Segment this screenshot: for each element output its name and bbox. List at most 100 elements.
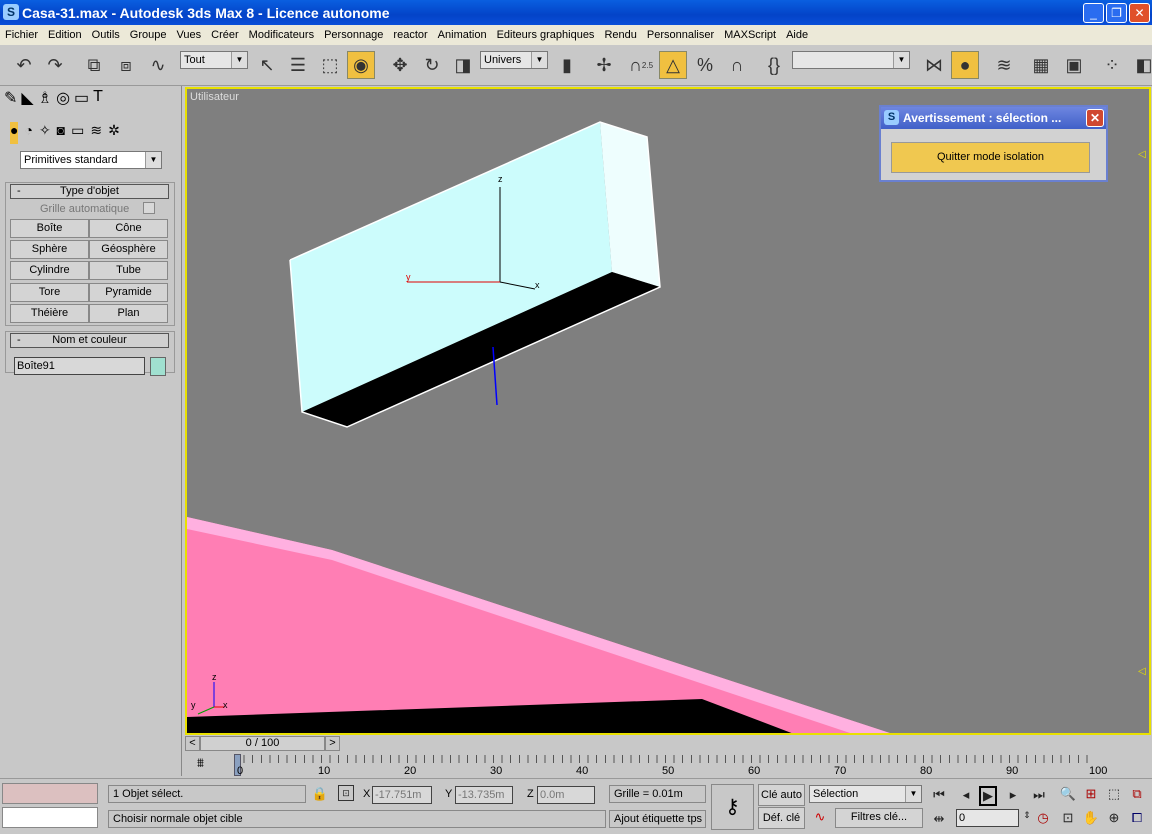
menu-personnaliser[interactable]: Personnaliser bbox=[642, 29, 719, 41]
space-warps-icon[interactable]: ≋ bbox=[90, 122, 102, 144]
object-type-header[interactable]: - Type d'objet bbox=[10, 184, 169, 199]
window-crossing-icon[interactable]: ◉ bbox=[347, 51, 375, 79]
align-icon[interactable]: ● bbox=[951, 51, 979, 79]
menu-personnage[interactable]: Personnage bbox=[319, 29, 388, 41]
shapes-icon[interactable]: ◔ bbox=[24, 122, 32, 144]
arc-rotate-icon[interactable]: ⊕ bbox=[1104, 810, 1124, 826]
menu-edition[interactable]: Edition bbox=[43, 29, 87, 41]
time-configuration-icon[interactable]: ◷ bbox=[1033, 810, 1053, 826]
zoom-extents-icon[interactable]: ⬚ bbox=[1104, 786, 1124, 802]
lock-icon[interactable]: 🔒 bbox=[310, 786, 330, 802]
menu-maxscript[interactable]: MAXScript bbox=[719, 29, 781, 41]
link-icon[interactable]: ⧉ bbox=[80, 51, 108, 79]
menu-rendu[interactable]: Rendu bbox=[599, 29, 641, 41]
region-zoom-icon[interactable]: ⊡ bbox=[1058, 810, 1078, 826]
menu-modificateurs[interactable]: Modificateurs bbox=[244, 29, 319, 41]
key-selection-dropdown[interactable]: Sélection ▼ bbox=[809, 785, 922, 803]
named-selection-dropdown[interactable]: ▼ bbox=[792, 51, 910, 69]
exit-isolation-button[interactable]: Quitter mode isolation bbox=[891, 142, 1090, 173]
percent-snap-icon[interactable]: % bbox=[691, 51, 719, 79]
plane-button[interactable]: Plan bbox=[89, 304, 168, 323]
mirror-icon[interactable]: ⋈ bbox=[920, 51, 948, 79]
auto-grid-checkbox[interactable] bbox=[143, 202, 155, 214]
undo-icon[interactable]: ↶ bbox=[10, 51, 38, 79]
x-coord-input[interactable]: -17.751m bbox=[372, 786, 432, 804]
angle-snap-icon[interactable]: △ bbox=[659, 51, 687, 79]
menu-aide[interactable]: Aide bbox=[781, 29, 813, 41]
rectangular-selection-icon[interactable]: ⬚ bbox=[316, 51, 344, 79]
material-editor-icon[interactable]: ⁘ bbox=[1098, 51, 1126, 79]
object-color-swatch[interactable] bbox=[150, 357, 166, 376]
zoom-all-icon[interactable]: ⊞ bbox=[1081, 786, 1101, 802]
time-slider[interactable]: < 0 / 100 > bbox=[185, 735, 340, 752]
minimize-button[interactable]: _ bbox=[1083, 3, 1104, 23]
next-frame-icon[interactable]: ▸ bbox=[1003, 787, 1023, 803]
teapot-button[interactable]: Théière bbox=[10, 304, 89, 323]
pan-hand-icon[interactable]: ✋ bbox=[1081, 810, 1101, 826]
current-frame-input[interactable]: 0 bbox=[956, 809, 1019, 827]
systems-icon[interactable]: ✲ bbox=[108, 122, 120, 144]
auto-key-button[interactable]: Clé auto bbox=[758, 784, 805, 806]
maxscript-listener-white[interactable] bbox=[2, 807, 98, 828]
add-time-tag-button[interactable]: Ajout étiquette tps bbox=[609, 810, 706, 828]
tab-hierarchy-icon[interactable]: ♗ bbox=[38, 88, 52, 114]
selection-filter-dropdown[interactable]: Tout ▼ bbox=[180, 51, 248, 69]
tab-create-icon[interactable]: ✎ bbox=[4, 88, 17, 114]
menu-fichier[interactable]: Fichier bbox=[0, 29, 43, 41]
close-button[interactable]: ✕ bbox=[1129, 3, 1150, 23]
geosphere-button[interactable]: Géosphère bbox=[89, 240, 168, 259]
layer-manager-icon[interactable]: ≋ bbox=[990, 51, 1018, 79]
rotate-icon[interactable]: ↻ bbox=[418, 51, 446, 79]
curve-editor-mini-icon[interactable]: ⩩ bbox=[197, 755, 204, 771]
time-next-button[interactable]: > bbox=[325, 736, 340, 751]
dialog-close-button[interactable]: ✕ bbox=[1086, 109, 1104, 127]
tab-modify-icon[interactable]: ◣ bbox=[21, 88, 33, 114]
time-slider-thumb[interactable]: 0 / 100 bbox=[200, 736, 325, 751]
render-scene-icon[interactable]: ◧ bbox=[1130, 51, 1152, 79]
select-by-name-icon[interactable]: ☰ bbox=[284, 51, 312, 79]
zoom-extents-all-icon[interactable]: ⧉ bbox=[1127, 786, 1147, 802]
menu-animation[interactable]: Animation bbox=[433, 29, 492, 41]
select-object-icon[interactable]: ↖ bbox=[253, 51, 281, 79]
previous-frame-icon[interactable]: ◂ bbox=[956, 787, 976, 803]
sphere-button[interactable]: Sphère bbox=[10, 240, 89, 259]
tab-utilities-icon[interactable]: T bbox=[93, 88, 103, 114]
cone-button[interactable]: Cône bbox=[89, 219, 168, 238]
key-mode-toggle-icon[interactable]: ⇹ bbox=[929, 811, 949, 827]
menu-outils[interactable]: Outils bbox=[87, 29, 125, 41]
set-key-mode-key-icon[interactable]: ⚷ bbox=[711, 784, 754, 830]
menu-creer[interactable]: Créer bbox=[206, 29, 244, 41]
maxscript-listener-pink[interactable] bbox=[2, 783, 98, 804]
helpers-icon[interactable]: ▭ bbox=[71, 122, 84, 144]
track-bar[interactable]: ⩩ 0 10 20 30 40 50 60 70 80 90 100 bbox=[185, 752, 1115, 778]
go-to-start-icon[interactable]: ⏮ bbox=[929, 787, 949, 803]
z-coord-input[interactable]: 0.0m bbox=[537, 786, 595, 804]
unlink-icon[interactable]: ⧈ bbox=[112, 51, 140, 79]
go-to-end-icon[interactable]: ⏭ bbox=[1029, 787, 1049, 803]
cameras-icon[interactable]: ◙ bbox=[57, 122, 65, 144]
menu-vues[interactable]: Vues bbox=[171, 29, 206, 41]
bind-space-warp-icon[interactable]: ∿ bbox=[144, 51, 172, 79]
menu-editeurs-graphiques[interactable]: Editeurs graphiques bbox=[492, 29, 600, 41]
tab-motion-icon[interactable]: ◎ bbox=[56, 88, 70, 114]
scale-icon[interactable]: ◨ bbox=[449, 51, 477, 79]
redo-icon[interactable]: ↷ bbox=[41, 51, 69, 79]
viewport-label[interactable]: Utilisateur bbox=[190, 91, 239, 103]
object-name-input[interactable]: Boîte91 bbox=[14, 357, 145, 375]
geometry-icon[interactable]: ● bbox=[10, 122, 19, 144]
viewport-user[interactable]: z y x z x y ◁ ◁ Utilisateur bbox=[185, 87, 1151, 735]
tube-button[interactable]: Tube bbox=[89, 261, 168, 280]
schematic-view-icon[interactable]: ▣ bbox=[1060, 51, 1088, 79]
maximize-viewport-icon[interactable]: ⧠ bbox=[1127, 810, 1147, 826]
reference-coord-dropdown[interactable]: Univers ▼ bbox=[480, 51, 548, 69]
key-filters-button[interactable]: Filtres clé... bbox=[835, 808, 923, 828]
category-dropdown[interactable]: Primitives standard ▼ bbox=[20, 151, 162, 169]
spinner-snap-icon[interactable]: ∩ bbox=[723, 51, 751, 79]
set-key-button[interactable]: Déf. clé bbox=[758, 807, 805, 829]
move-icon[interactable]: ✥ bbox=[386, 51, 414, 79]
named-selection-edit-icon[interactable]: {} bbox=[760, 51, 788, 79]
pyramid-button[interactable]: Pyramide bbox=[89, 283, 168, 302]
tab-display-icon[interactable]: ▭ bbox=[74, 88, 89, 114]
menu-groupe[interactable]: Groupe bbox=[125, 29, 172, 41]
pivot-center-icon[interactable]: ▮ bbox=[553, 51, 581, 79]
